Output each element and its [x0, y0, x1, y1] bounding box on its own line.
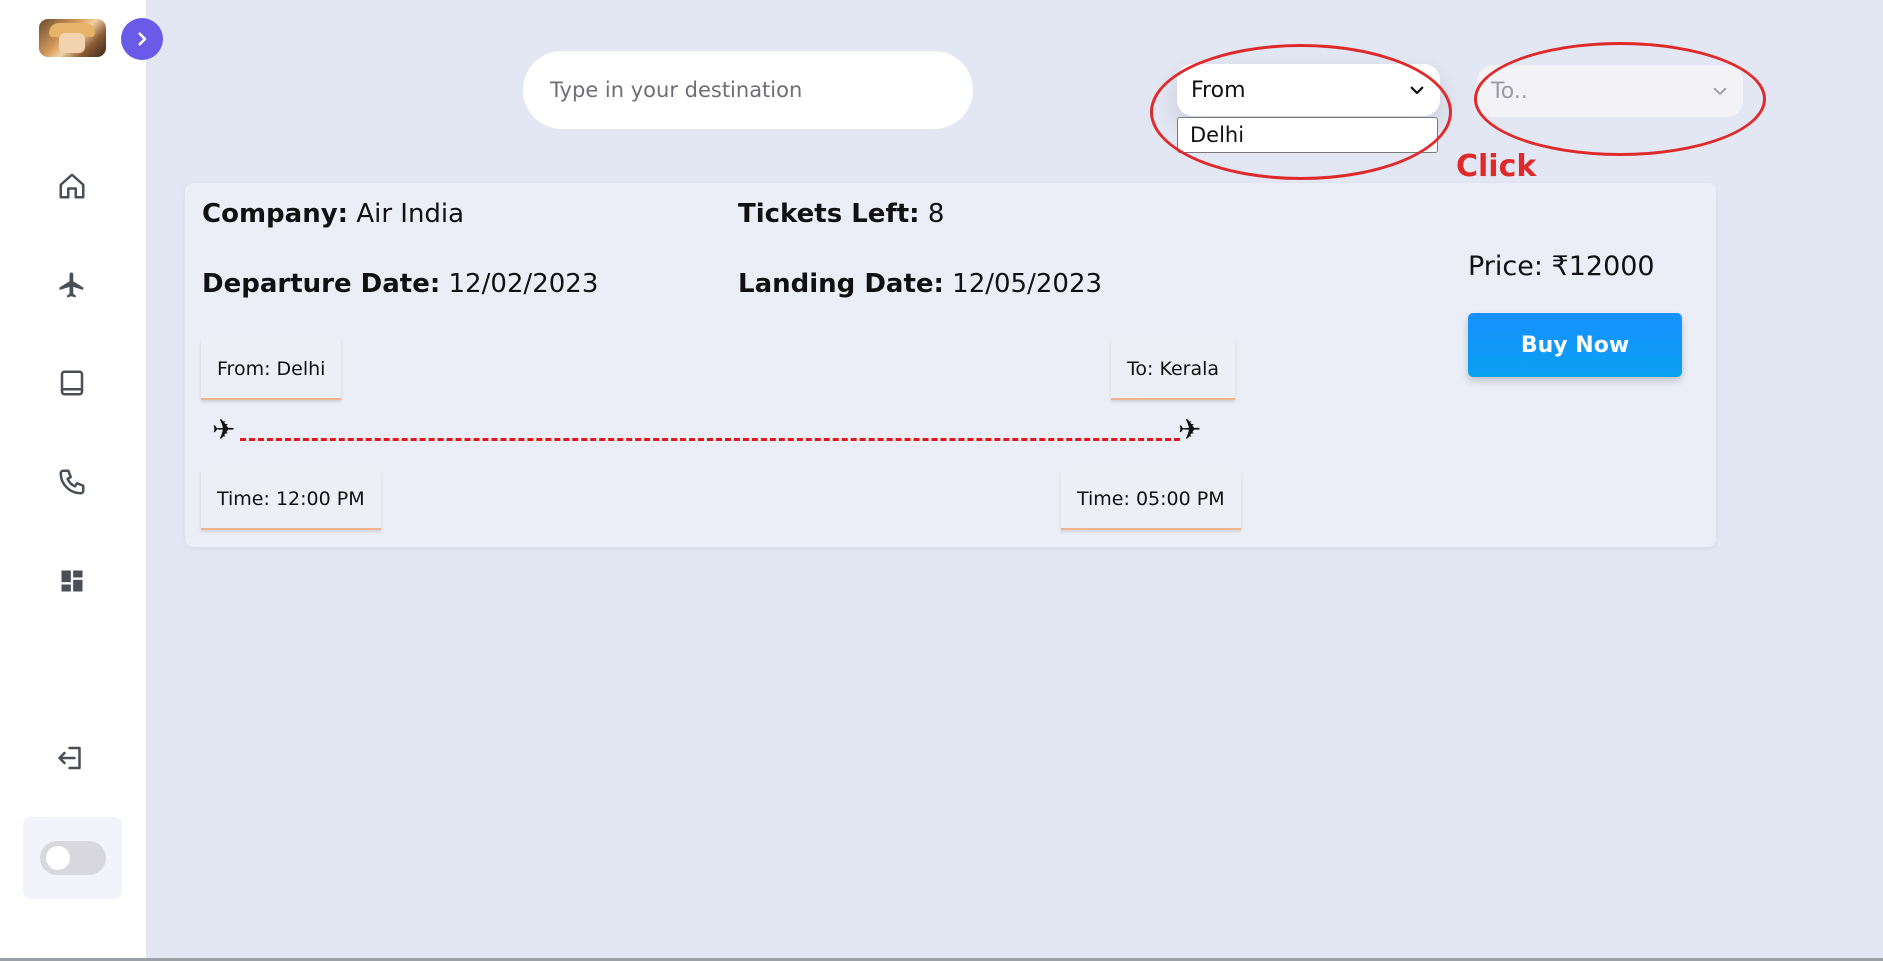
destination-search-input[interactable]	[523, 51, 973, 129]
departure-value: 12/02/2023	[448, 269, 599, 299]
annotation-click-label: Click	[1456, 149, 1537, 184]
to-select[interactable]: To..	[1477, 65, 1743, 117]
arrival-time-badge: Time: 05:00 PM	[1061, 470, 1241, 530]
departure-label: Departure Date:	[202, 269, 441, 299]
buy-now-button[interactable]: Buy Now	[1468, 313, 1682, 377]
arrival-plane-icon: ✈	[1178, 413, 1202, 446]
expand-sidebar-button[interactable]	[121, 18, 163, 60]
company-info: Company: Air India	[202, 199, 464, 229]
theme-toggle-container	[23, 817, 122, 899]
departure-plane-icon: ✈	[212, 413, 236, 446]
home-icon[interactable]	[54, 168, 90, 204]
book-icon[interactable]	[54, 365, 90, 401]
toggle-knob	[46, 846, 70, 870]
landing-value: 12/05/2023	[952, 269, 1103, 299]
from-select[interactable]: From	[1177, 64, 1440, 116]
avatar[interactable]	[39, 19, 106, 57]
to-select-value: To..	[1491, 78, 1528, 104]
departure-info: Departure Date: 12/02/2023	[202, 269, 598, 299]
tickets-info: Tickets Left: 8	[738, 199, 944, 229]
sidebar	[0, 0, 146, 960]
company-value: Air India	[356, 199, 465, 229]
avatar-face	[59, 33, 85, 53]
from-option-delhi[interactable]: Delhi	[1177, 117, 1438, 153]
chevron-down-icon	[1410, 86, 1424, 95]
destination-badge: To: Kerala	[1111, 340, 1236, 400]
route-line	[240, 438, 1180, 441]
flight-card: Company: Air India Tickets Left: 8 Depar…	[185, 183, 1716, 547]
phone-icon[interactable]	[54, 464, 90, 500]
from-select-value: From	[1191, 77, 1246, 103]
theme-toggle[interactable]	[40, 841, 106, 875]
logout-icon[interactable]	[54, 740, 90, 776]
landing-label: Landing Date:	[738, 269, 944, 299]
price: Price: ₹12000	[1468, 251, 1655, 282]
chevron-down-icon	[1713, 87, 1727, 95]
landing-info: Landing Date: 12/05/2023	[738, 269, 1102, 299]
departure-time-badge: Time: 12:00 PM	[201, 470, 381, 530]
chevron-right-icon	[138, 32, 147, 46]
origin-badge: From: Delhi	[201, 340, 342, 400]
dashboard-icon[interactable]	[54, 563, 90, 599]
company-label: Company:	[202, 199, 349, 229]
airplane-icon[interactable]	[54, 267, 90, 303]
tickets-label: Tickets Left:	[738, 199, 920, 229]
tickets-value: 8	[927, 199, 945, 229]
from-option-label: Delhi	[1190, 123, 1245, 147]
